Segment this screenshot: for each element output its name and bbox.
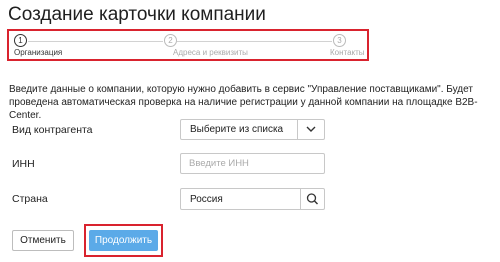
inn-input[interactable] — [180, 153, 325, 174]
continue-button[interactable]: Продолжить — [89, 230, 158, 251]
country-label: Страна — [12, 193, 48, 205]
page-title: Создание карточки компании — [8, 4, 266, 25]
counterparty-type-value: Выберите из списка — [190, 124, 284, 135]
intro-text: Введите данные о компании, которую нужно… — [9, 84, 478, 121]
cancel-button[interactable]: Отменить — [12, 230, 74, 251]
counterparty-type-label: Вид контрагента — [12, 124, 93, 136]
stepper-line-1 — [28, 41, 163, 42]
search-icon[interactable] — [301, 189, 324, 209]
step-2-circle: 2 — [164, 34, 177, 47]
step-3-circle: 3 — [333, 34, 346, 47]
counterparty-type-select[interactable]: Выберите из списка — [180, 119, 325, 140]
step-2-label: Адреса и реквизиты — [173, 48, 248, 57]
stepper-highlight: 1 Организация 2 Адреса и реквизиты 3 Кон… — [7, 29, 369, 61]
step-1-label: Организация — [14, 48, 63, 57]
stepper-line-2 — [177, 41, 332, 42]
chevron-down-icon[interactable] — [303, 122, 319, 136]
step-1-circle: 1 — [14, 34, 27, 47]
inn-label: ИНН — [12, 158, 35, 170]
country-value: Россия — [190, 194, 223, 205]
country-field[interactable]: Россия — [180, 188, 325, 210]
select-divider — [297, 120, 298, 139]
step-3-label: Контакты — [330, 48, 365, 57]
